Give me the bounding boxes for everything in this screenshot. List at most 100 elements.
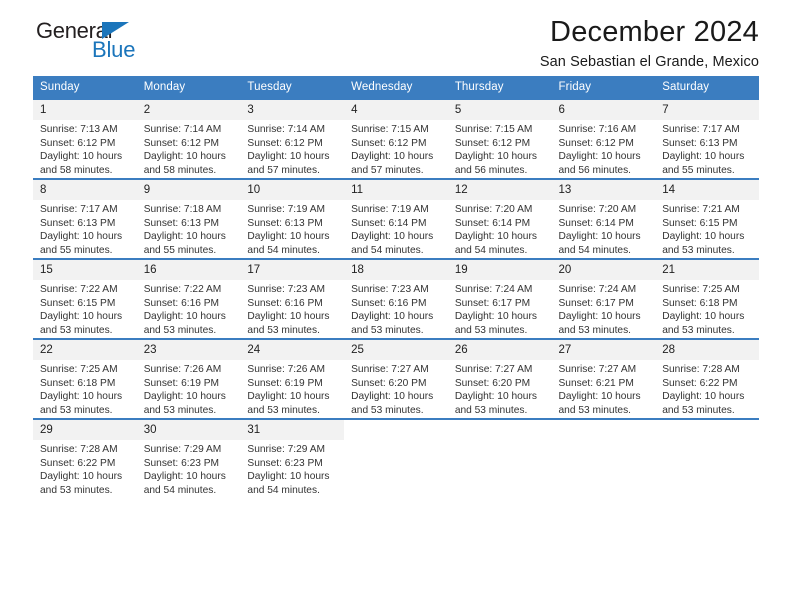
day-details: Sunrise: 7:23 AM Sunset: 6:16 PM Daylight:… xyxy=(344,280,448,337)
calendar-day-cell[interactable]: 11 Sunrise: 7:19 AM Sunset: 6:14 PM Dayligh… xyxy=(344,178,448,259)
calendar-day-cell[interactable]: 8 Sunrise: 7:17 AM Sunset: 6:13 PM Daylight… xyxy=(33,178,137,259)
sunrise-text: Sunrise: 7:29 AM xyxy=(143,444,222,456)
sunrise-text: Sunrise: 7:14 AM xyxy=(143,124,222,136)
calendar-day-cell[interactable]: 24 Sunrise: 7:26 AM Sunset: 6:19 PM Dayligh… xyxy=(240,338,345,419)
day-details: Sunrise: 7:20 AM Sunset: 6:14 PM Daylight:… xyxy=(552,200,656,257)
day-number: 19 xyxy=(447,260,552,281)
daylight-text: Daylight: 10 hours and 55 minutes. xyxy=(143,231,226,256)
daylight-text: Daylight: 10 hours and 53 minutes. xyxy=(454,311,537,336)
sunset-text: Sunset: 6:22 PM xyxy=(662,377,738,389)
sunrise-text: Sunrise: 7:26 AM xyxy=(143,364,222,376)
day-number: 13 xyxy=(551,180,656,201)
sunset-text: Sunset: 6:20 PM xyxy=(454,377,531,389)
calendar-day-cell[interactable]: 2 Sunrise: 7:14 AM Sunset: 6:12 PM Daylight… xyxy=(136,98,241,179)
sunset-text: Sunset: 6:13 PM xyxy=(247,217,323,229)
calendar-day-cell[interactable]: 26 Sunrise: 7:27 AM Sunset: 6:20 PM Dayligh… xyxy=(447,338,552,419)
weekday-header-tuesday: Tuesday xyxy=(240,76,345,99)
day-number: 27 xyxy=(551,340,656,361)
sunset-text: Sunset: 6:18 PM xyxy=(40,377,116,389)
calendar-day-cell[interactable]: 7 Sunrise: 7:17 AM Sunset: 6:13 PM Daylight… xyxy=(655,98,759,179)
day-details: Sunrise: 7:25 AM Sunset: 6:18 PM Daylight:… xyxy=(33,360,137,417)
calendar-day-cell[interactable]: 23 Sunrise: 7:26 AM Sunset: 6:19 PM Dayligh… xyxy=(136,338,241,419)
calendar-day-cell[interactable]: 25 Sunrise: 7:27 AM Sunset: 6:20 PM Dayligh… xyxy=(344,338,448,419)
calendar-empty-cell xyxy=(655,418,759,498)
sunrise-text: Sunrise: 7:22 AM xyxy=(40,284,118,296)
calendar-day-cell[interactable]: 5 Sunrise: 7:15 AM Sunset: 6:12 PM Daylight… xyxy=(447,98,552,179)
sunset-text: Sunset: 6:14 PM xyxy=(558,217,634,229)
calendar-day-cell[interactable]: 9 Sunrise: 7:18 AM Sunset: 6:13 PM Daylight… xyxy=(136,178,241,259)
sunrise-text: Sunrise: 7:15 AM xyxy=(351,124,429,136)
day-number: 14 xyxy=(655,180,759,201)
calendar-day-cell[interactable]: 18 Sunrise: 7:23 AM Sunset: 6:16 PM Dayligh… xyxy=(344,258,448,339)
calendar-body: 1 Sunrise: 7:13 AM Sunset: 6:12 PM Daylight… xyxy=(33,98,759,498)
calendar-day-cell[interactable]: 27 Sunrise: 7:27 AM Sunset: 6:21 PM Dayligh… xyxy=(551,338,656,419)
calendar-week-row: 22 Sunrise: 7:25 AM Sunset: 6:18 PM Dayligh… xyxy=(33,338,759,419)
day-details: Sunrise: 7:19 AM Sunset: 6:13 PM Daylight:… xyxy=(240,200,344,257)
calendar-day-cell[interactable]: 3 Sunrise: 7:14 AM Sunset: 6:12 PM Daylight… xyxy=(240,98,345,179)
sunrise-text: Sunrise: 7:20 AM xyxy=(454,204,533,216)
day-number: 17 xyxy=(240,260,345,281)
sunrise-text: Sunrise: 7:28 AM xyxy=(40,444,118,456)
day-details: Sunrise: 7:24 AM Sunset: 6:17 PM Daylight:… xyxy=(448,280,552,337)
day-number: 7 xyxy=(655,100,759,121)
calendar-empty-cell xyxy=(551,418,656,498)
calendar-page: General Blue December 2024 San Sebastian… xyxy=(0,0,792,612)
calendar-day-cell[interactable]: 21 Sunrise: 7:25 AM Sunset: 6:18 PM Dayligh… xyxy=(655,258,759,339)
daylight-text: Daylight: 10 hours and 55 minutes. xyxy=(662,151,745,176)
sunset-text: Sunset: 6:17 PM xyxy=(558,297,634,309)
day-number xyxy=(655,420,759,441)
calendar-day-cell[interactable]: 1 Sunrise: 7:13 AM Sunset: 6:12 PM Daylight… xyxy=(33,98,137,179)
sunset-text: Sunset: 6:17 PM xyxy=(454,297,531,309)
daylight-text: Daylight: 10 hours and 53 minutes. xyxy=(40,311,123,336)
sunset-text: Sunset: 6:13 PM xyxy=(40,217,116,229)
day-number: 18 xyxy=(344,260,448,281)
day-number: 6 xyxy=(551,100,656,121)
calendar-day-cell[interactable]: 15 Sunrise: 7:22 AM Sunset: 6:15 PM Dayligh… xyxy=(33,258,137,339)
calendar-day-cell[interactable]: 29 Sunrise: 7:28 AM Sunset: 6:22 PM Dayligh… xyxy=(33,418,137,498)
day-number: 29 xyxy=(33,420,137,441)
calendar-day-cell[interactable]: 30 Sunrise: 7:29 AM Sunset: 6:23 PM Dayligh… xyxy=(136,418,241,498)
calendar-day-cell[interactable]: 13 Sunrise: 7:20 AM Sunset: 6:14 PM Dayligh… xyxy=(551,178,656,259)
calendar-day-cell[interactable]: 17 Sunrise: 7:23 AM Sunset: 6:16 PM Dayligh… xyxy=(240,258,345,339)
calendar-day-cell[interactable]: 6 Sunrise: 7:16 AM Sunset: 6:12 PM Daylight… xyxy=(551,98,656,179)
day-number: 25 xyxy=(344,340,448,361)
sunset-text: Sunset: 6:22 PM xyxy=(40,457,116,469)
sunrise-text: Sunrise: 7:27 AM xyxy=(558,364,637,376)
calendar-day-cell[interactable]: 12 Sunrise: 7:20 AM Sunset: 6:14 PM Dayligh… xyxy=(447,178,552,259)
calendar-day-cell[interactable]: 19 Sunrise: 7:24 AM Sunset: 6:17 PM Dayligh… xyxy=(447,258,552,339)
day-number: 3 xyxy=(240,100,345,121)
calendar-day-cell[interactable]: 10 Sunrise: 7:19 AM Sunset: 6:13 PM Dayligh… xyxy=(240,178,345,259)
sunrise-text: Sunrise: 7:26 AM xyxy=(247,364,325,376)
calendar-day-cell[interactable]: 20 Sunrise: 7:24 AM Sunset: 6:17 PM Dayligh… xyxy=(551,258,656,339)
daylight-text: Daylight: 10 hours and 53 minutes. xyxy=(558,391,641,416)
calendar-day-cell[interactable]: 16 Sunrise: 7:22 AM Sunset: 6:16 PM Dayligh… xyxy=(136,258,241,339)
daylight-text: Daylight: 10 hours and 54 minutes. xyxy=(454,231,537,256)
sunset-text: Sunset: 6:20 PM xyxy=(351,377,427,389)
day-number: 26 xyxy=(447,340,552,361)
daylight-text: Daylight: 10 hours and 55 minutes. xyxy=(40,231,123,256)
calendar-day-cell[interactable]: 4 Sunrise: 7:15 AM Sunset: 6:12 PM Daylight… xyxy=(344,98,448,179)
sunset-text: Sunset: 6:16 PM xyxy=(351,297,427,309)
sunset-text: Sunset: 6:12 PM xyxy=(351,137,427,149)
day-details: Sunrise: 7:23 AM Sunset: 6:16 PM Daylight:… xyxy=(240,280,344,337)
daylight-text: Daylight: 10 hours and 53 minutes. xyxy=(662,391,745,416)
day-details: Sunrise: 7:18 AM Sunset: 6:13 PM Daylight:… xyxy=(137,200,241,257)
logo-text-blue: Blue xyxy=(92,37,136,62)
sunrise-text: Sunrise: 7:15 AM xyxy=(454,124,533,136)
day-number xyxy=(551,420,656,441)
day-number: 23 xyxy=(136,340,241,361)
sunrise-text: Sunrise: 7:24 AM xyxy=(454,284,533,296)
sunrise-text: Sunrise: 7:18 AM xyxy=(143,204,222,216)
sunset-text: Sunset: 6:13 PM xyxy=(143,217,220,229)
calendar-day-cell[interactable]: 14 Sunrise: 7:21 AM Sunset: 6:15 PM Dayligh… xyxy=(655,178,759,259)
daylight-text: Daylight: 10 hours and 53 minutes. xyxy=(454,391,537,416)
day-number: 22 xyxy=(33,340,137,361)
calendar-day-cell[interactable]: 28 Sunrise: 7:28 AM Sunset: 6:22 PM Dayligh… xyxy=(655,338,759,419)
calendar-day-cell[interactable]: 31 Sunrise: 7:29 AM Sunset: 6:23 PM Dayligh… xyxy=(240,418,345,498)
sunset-text: Sunset: 6:21 PM xyxy=(558,377,634,389)
daylight-text: Daylight: 10 hours and 53 minutes. xyxy=(247,311,330,336)
day-number: 9 xyxy=(136,180,241,201)
sunset-text: Sunset: 6:15 PM xyxy=(662,217,738,229)
calendar-day-cell[interactable]: 22 Sunrise: 7:25 AM Sunset: 6:18 PM Dayligh… xyxy=(33,338,137,419)
general-blue-logo[interactable]: General Blue xyxy=(36,18,206,70)
